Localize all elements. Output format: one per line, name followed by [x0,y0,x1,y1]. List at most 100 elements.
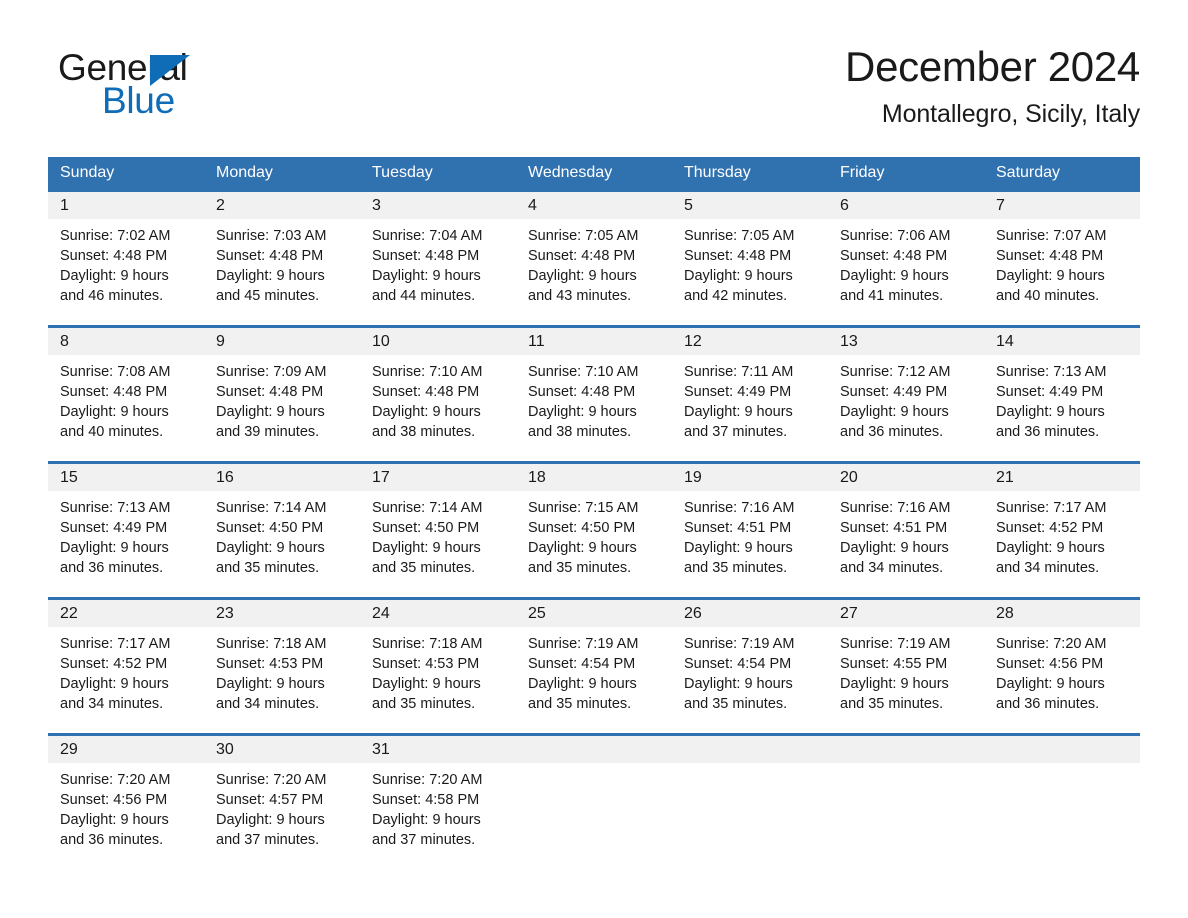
daylight-text-line2: and 35 minutes. [216,560,320,576]
day-cell[interactable]: Sunrise: 7:11 AM Sunset: 4:49 PM Dayligh… [672,355,828,447]
day-cell[interactable]: Sunrise: 7:16 AM Sunset: 4:51 PM Dayligh… [672,491,828,583]
day-cell[interactable]: Sunrise: 7:14 AM Sunset: 4:50 PM Dayligh… [204,491,360,583]
sunrise-text: Sunrise: 7:10 AM [528,364,639,380]
day-number[interactable]: 19 [672,464,828,491]
day-cell[interactable]: Sunrise: 7:12 AM Sunset: 4:49 PM Dayligh… [828,355,984,447]
day-cell[interactable]: Sunrise: 7:13 AM Sunset: 4:49 PM Dayligh… [984,355,1140,447]
day-cell[interactable]: Sunrise: 7:03 AM Sunset: 4:48 PM Dayligh… [204,219,360,311]
page-header: General Blue December 2024 Montallegro, … [0,0,1188,128]
sunset-text: Sunset: 4:55 PM [840,656,948,672]
day-cell[interactable]: Sunrise: 7:20 AM Sunset: 4:56 PM Dayligh… [48,763,204,855]
day-cell[interactable]: Sunrise: 7:04 AM Sunset: 4:48 PM Dayligh… [360,219,516,311]
sunset-text: Sunset: 4:53 PM [216,656,324,672]
general-blue-logo[interactable]: General Blue [58,48,278,126]
day-number[interactable]: 8 [48,328,204,355]
day-cell[interactable]: Sunrise: 7:20 AM Sunset: 4:58 PM Dayligh… [360,763,516,855]
day-number[interactable]: 11 [516,328,672,355]
day-cell[interactable]: Sunrise: 7:09 AM Sunset: 4:48 PM Dayligh… [204,355,360,447]
day-cell[interactable]: Sunrise: 7:18 AM Sunset: 4:53 PM Dayligh… [360,627,516,719]
day-cell[interactable]: Sunrise: 7:19 AM Sunset: 4:55 PM Dayligh… [828,627,984,719]
daylight-text-line2: and 34 minutes. [840,560,944,576]
day-number[interactable]: 31 [360,736,516,763]
week-day-number-band: 22 23 24 25 26 27 28 [48,600,1140,627]
day-cell[interactable]: Sunrise: 7:06 AM Sunset: 4:48 PM Dayligh… [828,219,984,311]
day-number[interactable]: 30 [204,736,360,763]
day-number-empty [516,736,672,763]
day-number[interactable]: 17 [360,464,516,491]
sunset-text: Sunset: 4:50 PM [216,520,324,536]
day-number[interactable]: 26 [672,600,828,627]
day-number[interactable]: 20 [828,464,984,491]
sunrise-text: Sunrise: 7:11 AM [684,364,794,380]
day-number[interactable]: 25 [516,600,672,627]
day-number[interactable]: 1 [48,192,204,219]
day-cell[interactable]: Sunrise: 7:15 AM Sunset: 4:50 PM Dayligh… [516,491,672,583]
weekday-header-monday: Monday [216,164,273,181]
day-cell[interactable]: Sunrise: 7:13 AM Sunset: 4:49 PM Dayligh… [48,491,204,583]
daylight-text-line1: Daylight: 9 hours [684,404,793,420]
daylight-text-line2: and 35 minutes. [684,560,788,576]
day-cell[interactable]: Sunrise: 7:05 AM Sunset: 4:48 PM Dayligh… [672,219,828,311]
day-number[interactable]: 22 [48,600,204,627]
day-number[interactable]: 14 [984,328,1140,355]
day-cell[interactable]: Sunrise: 7:08 AM Sunset: 4:48 PM Dayligh… [48,355,204,447]
day-cell-empty [672,763,828,855]
day-cell[interactable]: Sunrise: 7:10 AM Sunset: 4:48 PM Dayligh… [360,355,516,447]
day-cell[interactable]: Sunrise: 7:18 AM Sunset: 4:53 PM Dayligh… [204,627,360,719]
day-number[interactable]: 4 [516,192,672,219]
day-cell[interactable]: Sunrise: 7:02 AM Sunset: 4:48 PM Dayligh… [48,219,204,311]
day-number[interactable]: 9 [204,328,360,355]
sunrise-text: Sunrise: 7:19 AM [684,636,795,652]
week-day-number-band: 29 30 31 [48,736,1140,763]
sunset-text: Sunset: 4:48 PM [840,248,948,264]
sunrise-text: Sunrise: 7:08 AM [60,364,171,380]
day-number[interactable]: 3 [360,192,516,219]
day-number[interactable]: 27 [828,600,984,627]
daylight-text-line1: Daylight: 9 hours [528,540,637,556]
day-cell[interactable]: Sunrise: 7:20 AM Sunset: 4:56 PM Dayligh… [984,627,1140,719]
day-number[interactable]: 7 [984,192,1140,219]
weekday-header-wednesday: Wednesday [528,164,613,181]
weekday-header-row: Sunday Monday Tuesday Wednesday Thursday… [48,157,1140,189]
sunrise-text: Sunrise: 7:06 AM [840,228,951,244]
sunset-text: Sunset: 4:52 PM [996,520,1104,536]
daylight-text-line2: and 34 minutes. [216,696,320,712]
day-number[interactable]: 16 [204,464,360,491]
sunset-text: Sunset: 4:51 PM [684,520,792,536]
day-number[interactable]: 12 [672,328,828,355]
day-number[interactable]: 21 [984,464,1140,491]
day-cell[interactable]: Sunrise: 7:16 AM Sunset: 4:51 PM Dayligh… [828,491,984,583]
day-number[interactable]: 13 [828,328,984,355]
daylight-text-line1: Daylight: 9 hours [372,812,481,828]
day-cell[interactable]: Sunrise: 7:17 AM Sunset: 4:52 PM Dayligh… [984,491,1140,583]
sunrise-text: Sunrise: 7:16 AM [840,500,951,516]
daylight-text-line1: Daylight: 9 hours [684,268,793,284]
day-number[interactable]: 18 [516,464,672,491]
day-number[interactable]: 24 [360,600,516,627]
day-number[interactable]: 2 [204,192,360,219]
week-day-number-band: 1 2 3 4 5 6 7 [48,192,1140,219]
week-detail-band: Sunrise: 7:02 AM Sunset: 4:48 PM Dayligh… [48,219,1140,311]
day-number[interactable]: 23 [204,600,360,627]
day-cell[interactable]: Sunrise: 7:17 AM Sunset: 4:52 PM Dayligh… [48,627,204,719]
day-cell[interactable]: Sunrise: 7:19 AM Sunset: 4:54 PM Dayligh… [516,627,672,719]
day-number[interactable]: 10 [360,328,516,355]
sunrise-text: Sunrise: 7:18 AM [216,636,327,652]
sunrise-text: Sunrise: 7:10 AM [372,364,483,380]
day-cell[interactable]: Sunrise: 7:19 AM Sunset: 4:54 PM Dayligh… [672,627,828,719]
day-cell[interactable]: Sunrise: 7:05 AM Sunset: 4:48 PM Dayligh… [516,219,672,311]
sunset-text: Sunset: 4:49 PM [60,520,168,536]
day-cell[interactable]: Sunrise: 7:20 AM Sunset: 4:57 PM Dayligh… [204,763,360,855]
day-number[interactable]: 6 [828,192,984,219]
day-number[interactable]: 5 [672,192,828,219]
day-number[interactable]: 28 [984,600,1140,627]
day-cell[interactable]: Sunrise: 7:14 AM Sunset: 4:50 PM Dayligh… [360,491,516,583]
sunset-text: Sunset: 4:48 PM [372,384,480,400]
sunset-text: Sunset: 4:56 PM [996,656,1104,672]
daylight-text-line2: and 40 minutes. [996,288,1100,304]
sunrise-text: Sunrise: 7:14 AM [216,500,327,516]
day-cell[interactable]: Sunrise: 7:10 AM Sunset: 4:48 PM Dayligh… [516,355,672,447]
day-number[interactable]: 15 [48,464,204,491]
day-number[interactable]: 29 [48,736,204,763]
day-cell[interactable]: Sunrise: 7:07 AM Sunset: 4:48 PM Dayligh… [984,219,1140,311]
